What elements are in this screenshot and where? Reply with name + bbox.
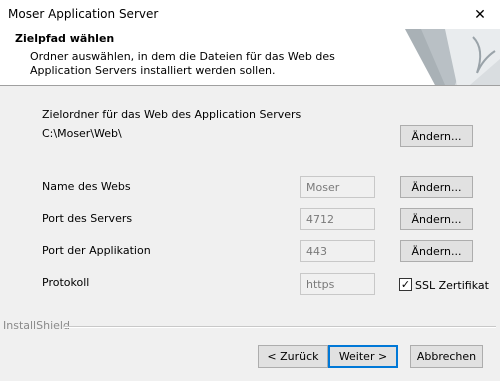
wizard-header: Zielpfad wählen Ordner auswählen, in dem… xyxy=(0,29,500,86)
page-title: Zielpfad wählen xyxy=(15,32,115,45)
server-port-field[interactable]: 4712 xyxy=(300,208,375,230)
change-app-port-button[interactable]: Ändern... xyxy=(400,240,473,262)
installshield-brand: InstallShield xyxy=(3,319,70,332)
title-bar: Moser Application Server ✕ xyxy=(0,0,500,30)
change-web-name-button[interactable]: Ändern... xyxy=(400,176,473,198)
protocol-field[interactable]: https xyxy=(300,273,375,295)
back-button[interactable]: < Zurück xyxy=(258,345,328,368)
change-server-port-button[interactable]: Ändern... xyxy=(400,208,473,230)
footer-divider xyxy=(64,326,496,328)
page-subtitle: Ordner auswählen, in dem die Dateien für… xyxy=(30,50,335,77)
protocol-label: Protokoll xyxy=(42,276,90,289)
checkmark-icon: ✓ xyxy=(400,278,411,291)
close-icon: ✕ xyxy=(474,6,486,23)
web-name-field[interactable]: Moser xyxy=(300,176,375,198)
change-folder-button[interactable]: Ändern... xyxy=(400,125,473,147)
app-port-label: Port der Applikation xyxy=(42,244,151,257)
next-button[interactable]: Weiter > xyxy=(328,345,398,368)
server-port-label: Port des Servers xyxy=(42,212,133,225)
window-title: Moser Application Server xyxy=(8,7,159,21)
web-name-label: Name des Webs xyxy=(42,180,131,193)
cancel-button[interactable]: Abbrechen xyxy=(410,345,483,368)
ssl-label[interactable]: SSL Zertifikat xyxy=(415,279,489,292)
ssl-checkbox[interactable]: ✓ xyxy=(399,278,412,291)
app-port-field[interactable]: 443 xyxy=(300,240,375,262)
folder-path: C:\Moser\Web\ xyxy=(42,127,122,140)
page-curl-art xyxy=(405,29,500,85)
close-button[interactable]: ✕ xyxy=(460,0,500,29)
folder-label: Zielordner für das Web des Application S… xyxy=(42,108,302,121)
